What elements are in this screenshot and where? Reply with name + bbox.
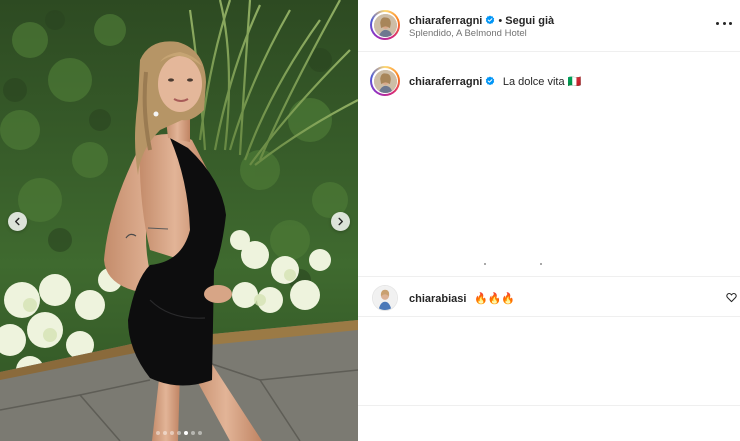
caption-text: La dolce vita 🇮🇹 [502, 76, 582, 88]
caption-avatar[interactable] [370, 66, 400, 96]
post-photo[interactable] [0, 0, 358, 441]
post-header: chiaraferragni • Segui già Splendido, A Be… [358, 0, 740, 52]
comment-divider [358, 316, 740, 317]
carousel-dot [156, 431, 160, 435]
more-options-button[interactable] [716, 18, 732, 28]
post-photo-image [0, 0, 358, 441]
carousel-next-button[interactable] [331, 212, 350, 231]
post-side-panel: chiaraferragni • Segui già Splendido, A Be… [358, 0, 740, 441]
caption-username[interactable]: chiaraferragni [409, 76, 482, 88]
carousel-dot [184, 431, 188, 435]
avatar-image [373, 13, 397, 37]
chevron-right-icon [338, 217, 343, 226]
more-horizontal-icon [716, 21, 719, 25]
carousel-dot [177, 431, 181, 435]
carousel-dot [198, 431, 202, 435]
scroll-hint [484, 263, 486, 265]
comments-divider [358, 276, 740, 277]
carousel-indicator [0, 431, 358, 435]
carousel-prev-button[interactable] [8, 212, 27, 231]
comment-text: 🔥🔥🔥 [473, 293, 516, 305]
carousel-dot [170, 431, 174, 435]
scroll-hint [540, 263, 542, 265]
actions-divider [358, 405, 740, 406]
comment-username[interactable]: chiarabiasi [409, 293, 466, 305]
comment-like-heart-icon[interactable] [726, 292, 737, 303]
carousel-dot [163, 431, 167, 435]
post-location[interactable]: Splendido, A Belmond Hotel [409, 28, 527, 39]
verified-badge-icon [486, 76, 495, 86]
header-separator: • [498, 15, 503, 27]
chevron-left-icon [15, 217, 20, 226]
commenter-avatar-image [373, 286, 397, 310]
carousel-dot [191, 431, 195, 435]
following-button[interactable]: Segui già [505, 15, 554, 27]
commenter-avatar[interactable] [372, 285, 398, 311]
avatar[interactable] [370, 10, 400, 40]
post-author-username[interactable]: chiaraferragni [409, 15, 482, 27]
caption-avatar-image [373, 69, 397, 93]
verified-badge-icon [486, 15, 495, 25]
